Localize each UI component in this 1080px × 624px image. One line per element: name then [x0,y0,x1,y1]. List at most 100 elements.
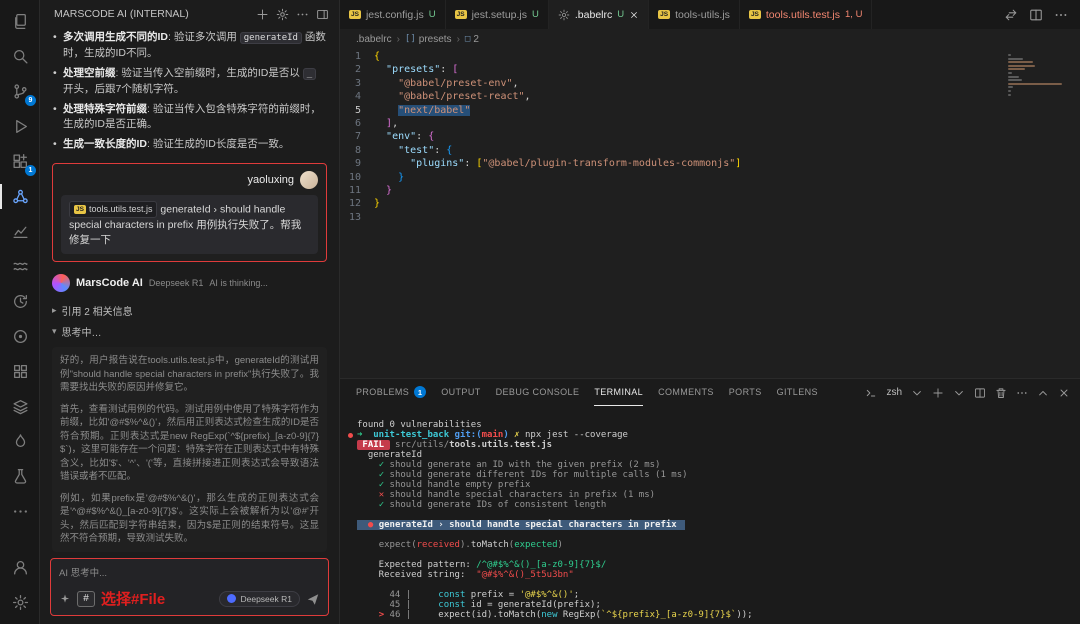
breadcrumb-item[interactable]: .babelrc [356,34,392,45]
editor-tab-tools.utils.test.js[interactable]: JStools.utils.test.js1, U [740,0,873,29]
terminal-line-text: 45 | const id = generateId(prefix); [357,600,601,610]
terminal-line: FAIL src/utils/tools.utils.test.js [347,440,1080,450]
panel-tab-debug-console[interactable]: DEBUG CONSOLE [496,379,580,406]
panel-tab-terminal[interactable]: TERMINAL [594,379,643,406]
terminal-line: generateId [347,450,1080,460]
tab-label: jest.config.js [366,9,424,21]
minimap-line [1008,86,1013,88]
terminal-line-text: 44 | const prefix = '@#$%^&()'; [357,590,579,600]
activity-source-control[interactable]: 9 [0,74,40,109]
terminal-profile-icon[interactable] [953,387,965,399]
editor-tab-jest.config.js[interactable]: JSjest.config.jsU [340,0,446,29]
panel-tab-gitlens[interactable]: GITLENS [777,379,818,406]
file-chip[interactable]: JStools.utils.test.js [69,201,157,218]
code-line[interactable]: 3 "@babel/preset-env", [340,77,1080,90]
editor-more-icon[interactable] [1054,8,1068,22]
maximize-panel-icon[interactable] [1037,387,1049,399]
breadcrumb-separator: › [457,34,460,45]
panel-tab-output[interactable]: OUTPUT [441,379,480,406]
hash-file-button[interactable]: # [77,591,95,607]
activity-search[interactable] [0,39,40,74]
chat-settings-icon[interactable] [276,8,289,21]
close-tab-icon[interactable] [629,10,639,20]
code-text: } [374,171,404,184]
terminal-output[interactable]: found 0 vulnerabilities➜ unit-test_back … [340,406,1080,624]
shell-dropdown-icon[interactable] [911,387,923,399]
breadcrumb-separator: › [397,34,400,45]
terminal-line: Expected pattern: /^@#$%^&()_[a-z0-9]{7}… [347,560,1080,570]
compare-changes-icon[interactable] [1004,8,1018,22]
config-file-icon [558,9,570,21]
line-number: 10 [340,171,374,184]
kill-terminal-icon[interactable] [995,387,1007,399]
terminal-line-text: ✓ should generate an ID with the given p… [357,460,660,470]
panel-tab-badge: 1 [414,386,426,398]
code-line[interactable]: 11 } [340,184,1080,197]
split-terminal-icon[interactable] [974,387,986,399]
chat-scroll-area[interactable]: 多次调用生成不同的ID: 验证多次调用 generateId 函数时，生成的ID… [40,26,339,552]
minimap-line [1008,83,1062,85]
terminal-line-text: ➜ unit-test_back git:(main) ✗ npx jest -… [357,430,628,440]
chat-more-icon[interactable] [296,8,309,21]
breadcrumb-item[interactable]: □2 [465,34,479,45]
js-file-icon: JS [74,205,86,214]
minimap[interactable] [1008,54,1064,101]
terminal-line-text: ✓ should generate IDs of consistent leng… [357,500,606,510]
thinking-toggle[interactable]: ▾ 思考中… [52,324,327,339]
shell-name[interactable]: zsh [886,387,902,398]
split-editor-icon[interactable] [1029,8,1043,22]
code-area[interactable]: 1{2 "presets": [3 "@babel/preset-env",4 … [340,50,1080,224]
panel-tab-ports[interactable]: PORTS [729,379,762,406]
activity-account[interactable] [0,550,40,585]
breadcrumb-item[interactable]: []presets [405,34,452,45]
tab-git-status: 1, U [845,9,862,20]
activity-layers[interactable] [0,389,40,424]
send-button[interactable] [306,592,320,606]
sidebar-title: MARSCODE AI (INTERNAL) [54,8,256,20]
activity-history[interactable] [0,284,40,319]
new-chat-icon[interactable] [256,8,269,21]
activity-testing[interactable] [0,459,40,494]
activity-status[interactable] [0,319,40,354]
references-toggle[interactable]: ▸ 引用 2 相关信息 [52,303,327,318]
code-line[interactable]: 12} [340,197,1080,210]
panel-tab-problems[interactable]: PROBLEMS1 [356,379,426,406]
activity-extensions[interactable]: 1 [0,144,40,179]
editor-tab-tools-utils.js[interactable]: JStools-utils.js [649,0,740,29]
settings-icon [12,594,29,611]
activity-performance[interactable] [0,424,40,459]
code-line[interactable]: 2 "presets": [ [340,63,1080,76]
editor-tab-jest.setup.js[interactable]: JSjest.setup.jsU [446,0,549,29]
activity-explorer[interactable] [0,4,40,39]
panel-more-icon[interactable] [1016,387,1028,399]
new-terminal-icon[interactable] [932,387,944,399]
chat-input-area[interactable]: AI 思考中... # 选择#File Deepseek R1 [50,558,329,616]
sparkle-icon[interactable] [59,593,71,605]
secondary-sidebar-icon[interactable] [316,8,329,21]
code-line[interactable]: 9 "plugins": ["@babel/plugin-transform-m… [340,157,1080,170]
editor-tab-.babelrc[interactable]: .babelrcU [549,0,649,29]
panel-tab-comments[interactable]: COMMENTS [658,379,714,406]
activity-settings[interactable] [0,585,40,620]
code-line[interactable]: 6 ], [340,117,1080,130]
terminal-line-text: FAIL src/utils/tools.utils.test.js [357,440,552,450]
activity-flows[interactable] [0,249,40,284]
ai-model-label: Deepseek R1 [149,278,204,288]
code-line[interactable]: 7 "env": { [340,130,1080,143]
model-selector[interactable]: Deepseek R1 [219,591,300,607]
activity-metrics[interactable] [0,214,40,249]
activity-run-debug[interactable] [0,109,40,144]
activity-marscode-ai[interactable] [0,179,40,214]
search-icon [12,48,29,65]
code-line[interactable]: 13 [340,211,1080,224]
code-line[interactable]: 10 } [340,171,1080,184]
minimap-line [1008,72,1012,74]
code-line[interactable]: 1{ [340,50,1080,63]
activity-dashboard[interactable] [0,354,40,389]
close-panel-icon[interactable] [1058,387,1070,399]
flows-icon [12,258,29,275]
activity-more[interactable] [0,494,40,529]
code-line[interactable]: 8 "test": { [340,144,1080,157]
code-line[interactable]: 5 "next/babel" [340,104,1080,117]
code-line[interactable]: 4 "@babel/preset-react", [340,90,1080,103]
